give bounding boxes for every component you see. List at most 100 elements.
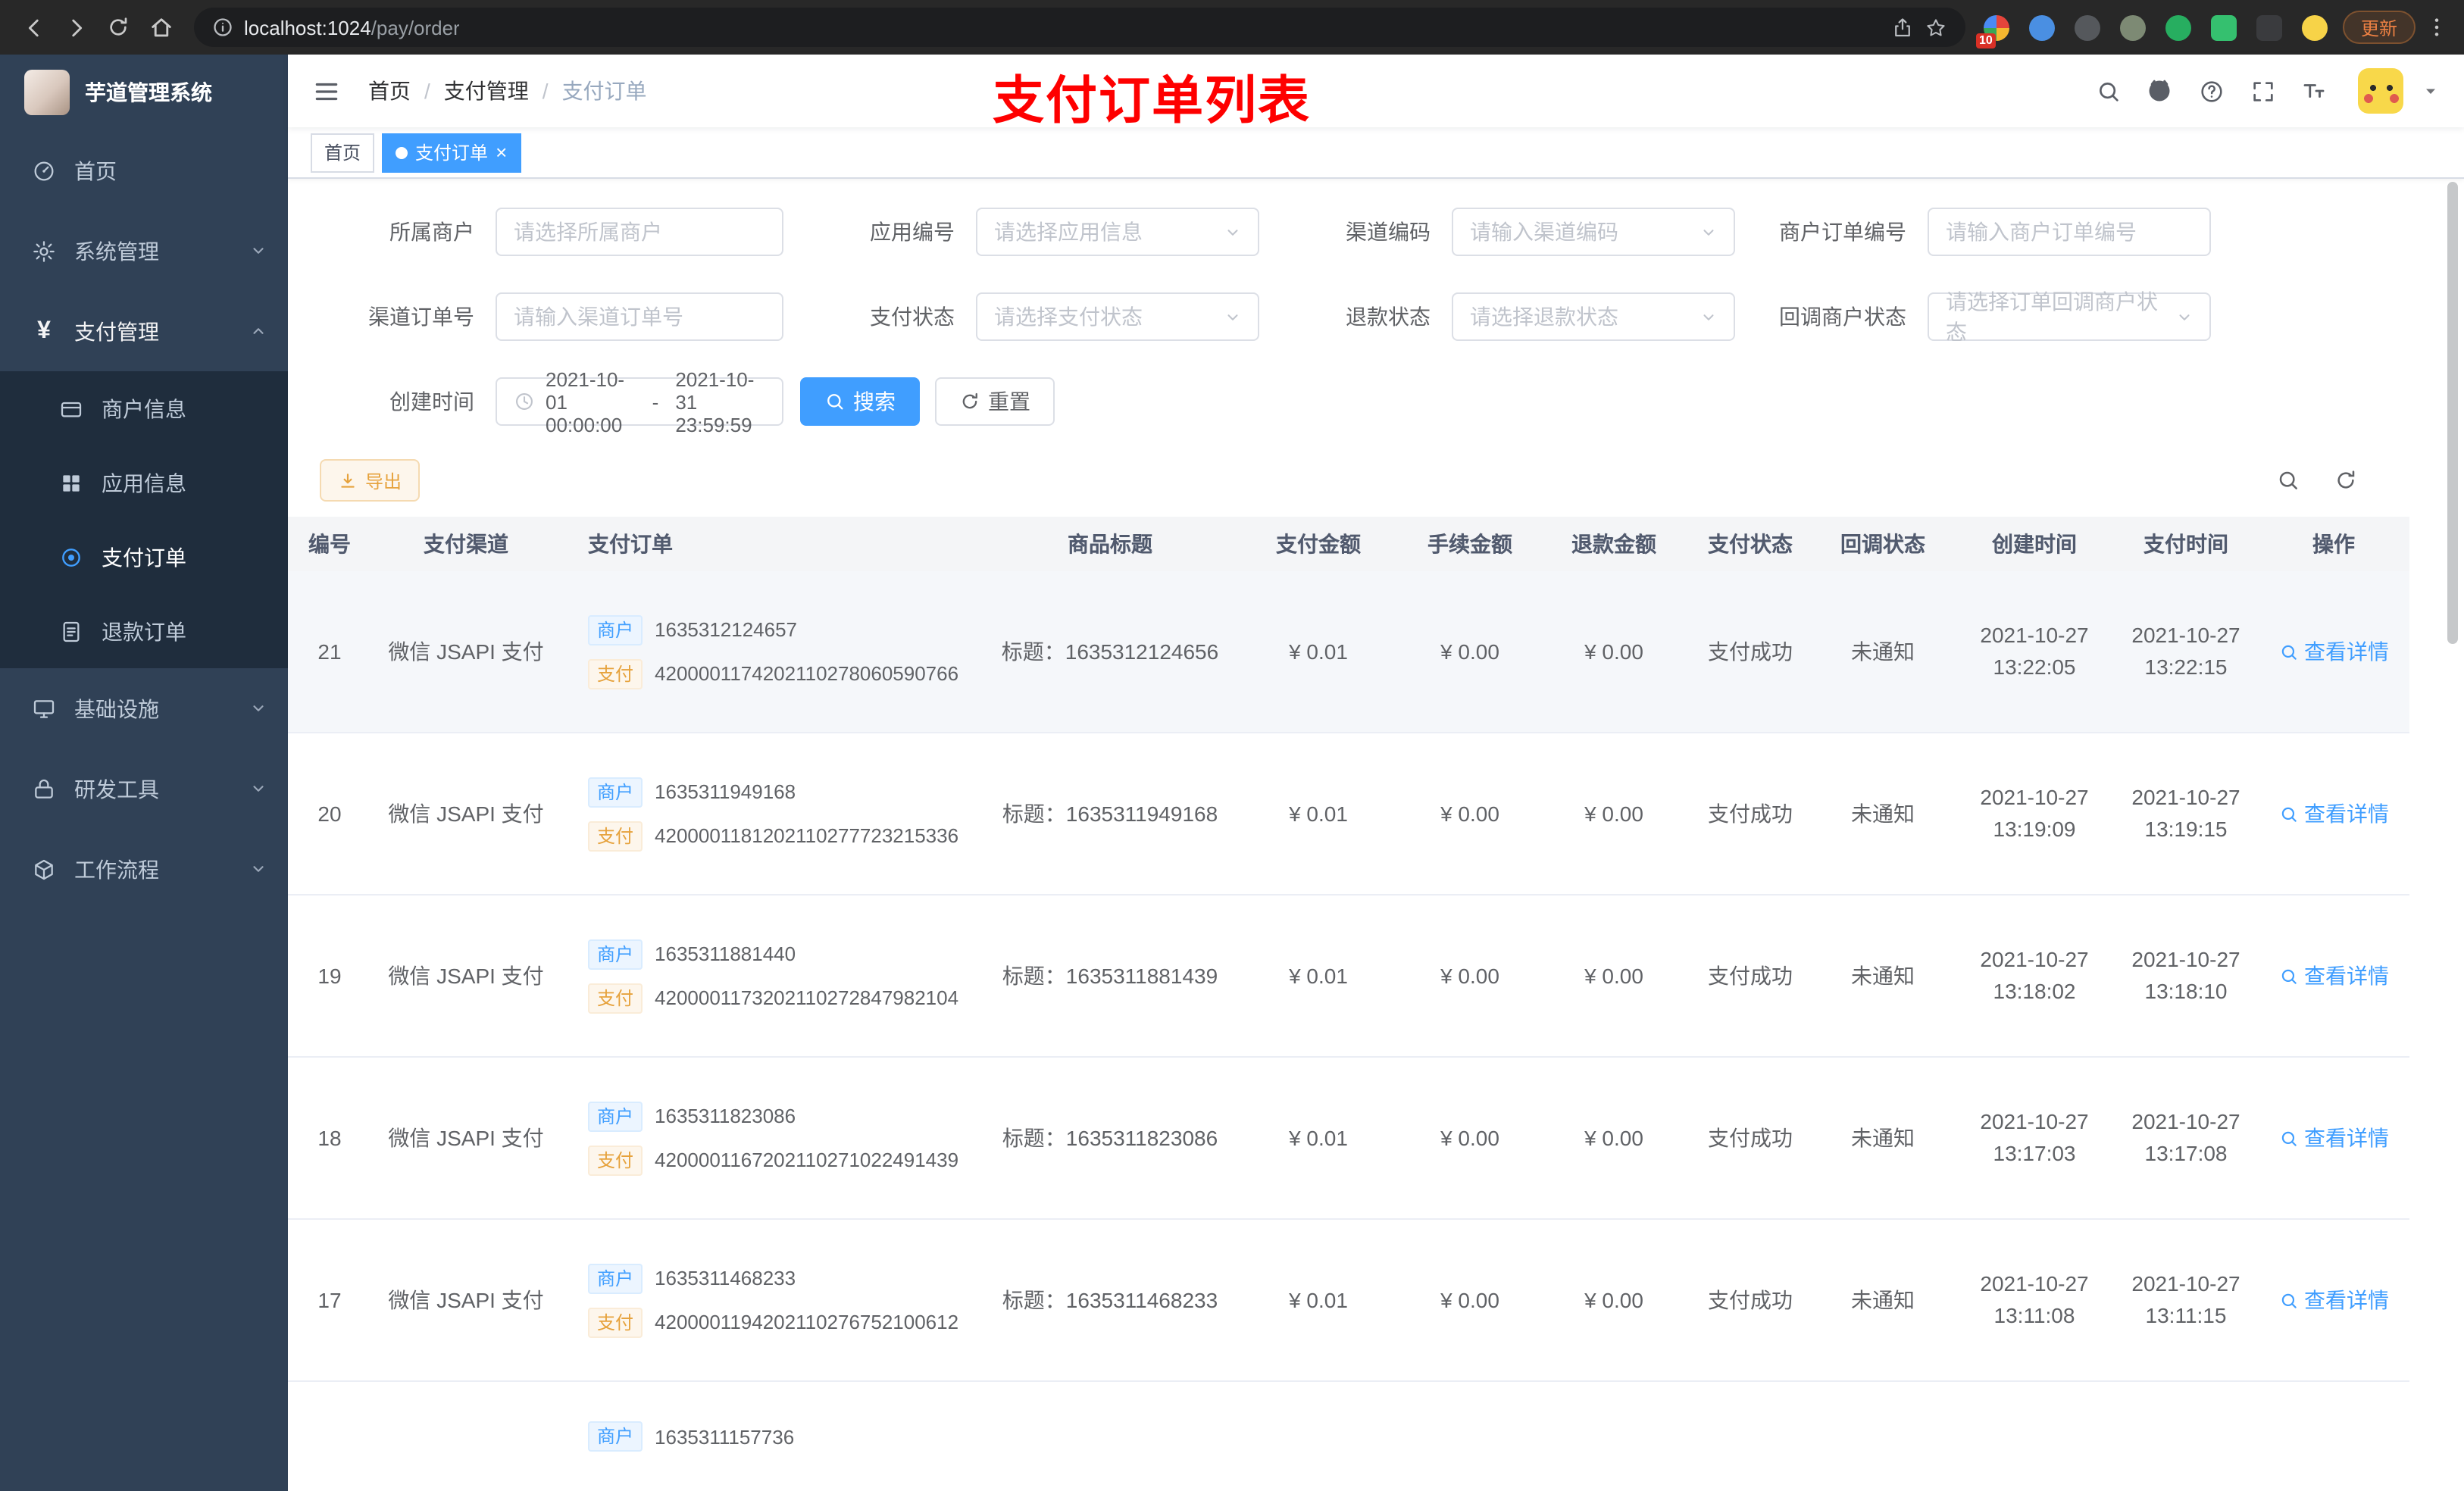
- cell-pay-order: 商户 1635311949168 支付 42000011812021102777…: [561, 777, 985, 851]
- table-header: 编号 支付渠道 支付订单 商品标题 支付金额 手续金额 退款金额 支付状态 回调…: [288, 517, 2409, 571]
- merchant-order-line: 商户 1635312124657: [588, 614, 985, 645]
- browser-home-button[interactable]: [139, 5, 182, 50]
- fullscreen-icon[interactable]: [2243, 71, 2282, 111]
- view-detail-link[interactable]: 查看详情: [2258, 636, 2409, 667]
- site-info-icon[interactable]: [212, 17, 233, 38]
- merchant-input[interactable]: [496, 208, 783, 256]
- table-row[interactable]: 19 微信 JSAPI 支付 商户 1635311881440 支付 42000…: [288, 896, 2409, 1058]
- help-icon[interactable]: [2191, 71, 2231, 111]
- channel-order-no-input[interactable]: [496, 292, 783, 341]
- sidebar-item-merchant-info[interactable]: 商户信息: [0, 371, 288, 445]
- refresh-icon[interactable]: [2334, 468, 2358, 492]
- cell-id: 17: [317, 1287, 342, 1311]
- refund-status-select[interactable]: 请选择退款状态: [1452, 292, 1735, 341]
- filter-label: 渠道编码: [1346, 220, 1431, 244]
- view-detail-link[interactable]: 查看详情: [2258, 1123, 2409, 1153]
- merchant-order-line: 商户 1635311823086: [588, 1101, 985, 1131]
- sidebar-item-infrastructure[interactable]: 基础设施: [0, 668, 288, 749]
- search-button-label: 搜索: [853, 389, 896, 414]
- browser-forward-button[interactable]: [55, 5, 97, 50]
- browser-menu-icon[interactable]: [2422, 15, 2452, 39]
- notify-status-select[interactable]: 请选择订单回调商户状态: [1928, 289, 2211, 344]
- sidebar-item-label: 系统管理: [74, 239, 159, 263]
- merchant-order-no: 1635311157736: [655, 1425, 795, 1448]
- sidebar-item-app-info[interactable]: 应用信息: [0, 445, 288, 520]
- cell-create-time: 2021-10-27 13:19:09: [1955, 782, 2114, 846]
- sidebar-item-system[interactable]: 系统管理: [0, 211, 288, 291]
- pay-time: 13:22:15: [2144, 655, 2228, 679]
- merchant-tag: 商户: [588, 614, 643, 645]
- document-icon: [58, 619, 85, 643]
- date-start: 2021-10-01 00:00:00: [546, 367, 625, 436]
- pay-status-select[interactable]: 请选择支付状态: [976, 292, 1259, 341]
- gear-icon: [30, 239, 58, 263]
- hamburger-icon[interactable]: [312, 77, 341, 105]
- view-detail-link[interactable]: 查看详情: [2258, 799, 2409, 829]
- close-icon[interactable]: ×: [496, 142, 507, 162]
- table-toolbar-icons: [2276, 468, 2358, 492]
- search-button[interactable]: 搜索: [800, 377, 920, 426]
- clock-icon: [514, 391, 535, 412]
- sidebar-item-refund-order[interactable]: 退款订单: [0, 594, 288, 668]
- scrollbar-thumb[interactable]: [2447, 182, 2458, 644]
- chevron-down-icon: [1224, 223, 1241, 240]
- date-range-picker[interactable]: 2021-10-01 00:00:00 - 2021-10-31 23:59:5…: [496, 367, 783, 436]
- green-circle-extension-icon[interactable]: [2165, 14, 2191, 40]
- filter-create-time: 创建时间 2021-10-01 00:00:00 - 2021-10-31 23…: [288, 367, 783, 436]
- app-id-select[interactable]: 请选择应用信息: [976, 208, 1259, 256]
- bookmark-star-icon[interactable]: [1925, 16, 1947, 39]
- sidebar-item-pay-order[interactable]: 支付订单: [0, 520, 288, 594]
- channel-code-select[interactable]: 请输入渠道编码: [1452, 208, 1735, 256]
- sidebar-item-payment[interactable]: ¥ 支付管理: [0, 291, 288, 371]
- tab-pay-order[interactable]: 支付订单 ×: [382, 133, 521, 172]
- create-time: 13:18:02: [1993, 979, 2076, 1003]
- app-logo: 芋道管理系统: [0, 55, 288, 130]
- cell-create-time: 2021-10-27 13:22:05: [1955, 620, 2114, 683]
- filter-label: 创建时间: [389, 389, 474, 414]
- table-row[interactable]: 17 微信 JSAPI 支付 商户 1635311468233 支付 42000…: [288, 1220, 2409, 1382]
- puzzle-extension-icon[interactable]: [2256, 14, 2282, 40]
- view-detail-link[interactable]: 查看详情: [2258, 1285, 2409, 1315]
- cell-channel: 微信 JSAPI 支付: [388, 801, 544, 825]
- sidebar-item-dev-tools[interactable]: 研发工具: [0, 749, 288, 829]
- sidebar-item-home[interactable]: 首页: [0, 130, 288, 211]
- col-header-status: 支付状态: [1708, 532, 1793, 556]
- emoji-extension-icon[interactable]: [2301, 14, 2328, 40]
- sidebar-item-label: 首页: [74, 158, 117, 183]
- table-row[interactable]: 21 微信 JSAPI 支付 商户 1635312124657 支付 42000…: [288, 571, 2409, 733]
- cell-amount: ¥ 0.01: [1289, 639, 1348, 663]
- cell-fee: ¥ 0.00: [1440, 801, 1499, 825]
- create-date: 2021-10-27: [1980, 623, 2089, 647]
- col-header-fee: 手续金额: [1427, 532, 1512, 556]
- share-icon[interactable]: [1891, 16, 1914, 39]
- export-button[interactable]: 导出: [320, 459, 421, 502]
- cell-refund: ¥ 0.00: [1584, 1125, 1643, 1149]
- avatar[interactable]: [2358, 68, 2403, 114]
- breadcrumb-payment[interactable]: 支付管理: [444, 76, 529, 106]
- colorful-extension-icon[interactable]: 10: [1975, 14, 2009, 48]
- browser-back-button[interactable]: [12, 5, 55, 50]
- cell-pay-order: 商户 1635312124657 支付 42000011742021102780…: [561, 614, 985, 689]
- caret-down-icon[interactable]: [2422, 82, 2440, 100]
- dark-extension-icon[interactable]: [2074, 14, 2100, 40]
- browser-reload-button[interactable]: [97, 5, 139, 50]
- col-header-pay-order: 支付订单: [588, 532, 673, 556]
- toggle-search-icon[interactable]: [2276, 468, 2300, 492]
- view-detail-link[interactable]: 查看详情: [2258, 961, 2409, 991]
- github-icon[interactable]: [2140, 71, 2179, 111]
- reset-button[interactable]: 重置: [935, 377, 1055, 426]
- chat-extension-icon[interactable]: [2210, 14, 2237, 40]
- breadcrumb-home[interactable]: 首页: [368, 76, 411, 106]
- olive-extension-icon[interactable]: [2119, 14, 2146, 40]
- search-icon[interactable]: [2088, 71, 2128, 111]
- blue-extension-icon[interactable]: [2028, 14, 2055, 40]
- table-row[interactable]: 18 微信 JSAPI 支付 商户 1635311823086 支付 42000…: [288, 1058, 2409, 1220]
- tab-home[interactable]: 首页: [311, 133, 375, 172]
- chevron-down-icon: [250, 242, 267, 259]
- sidebar-item-workflow[interactable]: 工作流程: [0, 829, 288, 909]
- font-size-icon[interactable]: [2294, 71, 2334, 111]
- browser-update-button[interactable]: 更新: [2342, 11, 2416, 44]
- address-bar[interactable]: localhost:1024/pay/order: [194, 8, 1965, 47]
- table-row[interactable]: 20 微信 JSAPI 支付 商户 1635311949168 支付 42000…: [288, 733, 2409, 896]
- merchant-order-no-input[interactable]: [1928, 208, 2211, 256]
